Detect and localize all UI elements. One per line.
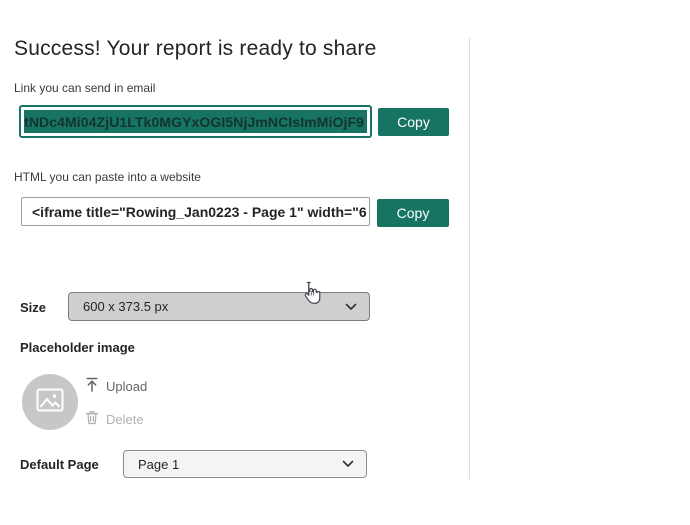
publish-to-web-success-dialog: Success! Your report is ready to share L…: [0, 0, 690, 525]
upload-button-label: Upload: [106, 378, 148, 394]
email-link-value: tNDc4Mi04ZjU1LTk0MGYxOGI5NjJmNCIsImMiOjF…: [24, 110, 367, 133]
size-dropdown[interactable]: 600 x 373.5 px: [68, 292, 370, 321]
chevron-down-icon: [345, 303, 357, 311]
page-title: Success! Your report is ready to share: [14, 37, 377, 60]
embed-html-input[interactable]: <iframe title="Rowing_Jan0223 - Page 1" …: [21, 197, 370, 226]
default-page-label: Default Page: [20, 457, 99, 472]
email-link-input[interactable]: tNDc4Mi04ZjU1LTk0MGYxOGI5NjJmNCIsImMiOjF…: [19, 105, 372, 138]
default-page-dropdown-value: Page 1: [138, 456, 180, 472]
placeholder-image-label: Placeholder image: [20, 340, 135, 355]
upload-arrow-icon: [85, 377, 99, 395]
copy-link-button[interactable]: Copy: [378, 108, 449, 136]
chevron-down-icon: [342, 460, 354, 468]
copy-html-button[interactable]: Copy: [377, 199, 449, 227]
size-label: Size: [20, 300, 47, 315]
embed-html-value: <iframe title="Rowing_Jan0223 - Page 1" …: [32, 203, 367, 220]
upload-button[interactable]: Upload: [85, 377, 147, 395]
image-icon: [36, 388, 64, 417]
trash-icon: [85, 410, 99, 428]
size-dropdown-value: 600 x 373.5 px: [83, 299, 169, 314]
delete-button-label: Delete: [106, 411, 144, 427]
placeholder-image-preview: [22, 374, 78, 430]
default-page-dropdown[interactable]: Page 1: [123, 450, 367, 478]
embed-html-label: HTML you can paste into a website: [14, 170, 201, 184]
delete-button[interactable]: Delete: [85, 410, 144, 428]
vertical-divider: [469, 38, 470, 479]
email-link-label: Link you can send in email: [14, 81, 156, 95]
